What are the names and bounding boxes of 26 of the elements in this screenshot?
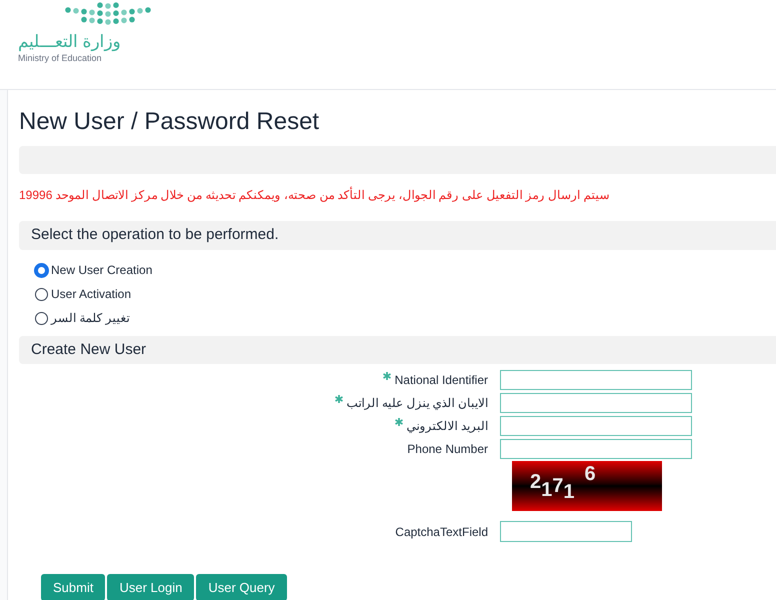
input-field[interactable] — [500, 416, 692, 436]
input-field[interactable] — [500, 393, 692, 413]
field-label: CaptchaTextField — [395, 524, 488, 540]
input-field[interactable] — [500, 370, 692, 390]
radio-button[interactable] — [35, 288, 48, 300]
logo-english-name: Ministry of Education — [18, 54, 102, 63]
page-title: New User / Password Reset — [19, 107, 320, 137]
section-title: Create New User — [31, 340, 146, 360]
section-title: Select the operation to be performed. — [31, 225, 279, 246]
field-label: البريد الالكتروني — [406, 418, 488, 434]
input-field[interactable] — [500, 439, 692, 459]
captcha-input[interactable] — [500, 521, 632, 542]
field-label: الايبان الذي ينزل عليه الراتب — [346, 395, 488, 411]
notice-text: سيتم ارسال رمز التفعيل على رقم الجوال، يرجى التأكد من صحته، ويمكنكم تحديثه من خلال مركز الاتصال الموحد 19996 — [19, 187, 610, 203]
option-label: User Activation — [51, 286, 132, 303]
action-button[interactable]: User Login — [107, 574, 194, 600]
field-label: National Identifier — [394, 372, 488, 388]
radio-button[interactable] — [35, 264, 48, 276]
logo-arabic-name: وزارة التعـــليم — [18, 33, 121, 50]
field-label: Phone Number — [407, 441, 488, 457]
action-button[interactable]: Submit — [41, 574, 106, 600]
option-label: تغيير كلمة السر — [51, 310, 130, 327]
radio-button[interactable] — [35, 312, 48, 324]
action-button[interactable]: User Query — [196, 574, 287, 600]
captcha-image: 21716 — [512, 461, 662, 511]
option-label: New User Creation — [51, 262, 152, 279]
